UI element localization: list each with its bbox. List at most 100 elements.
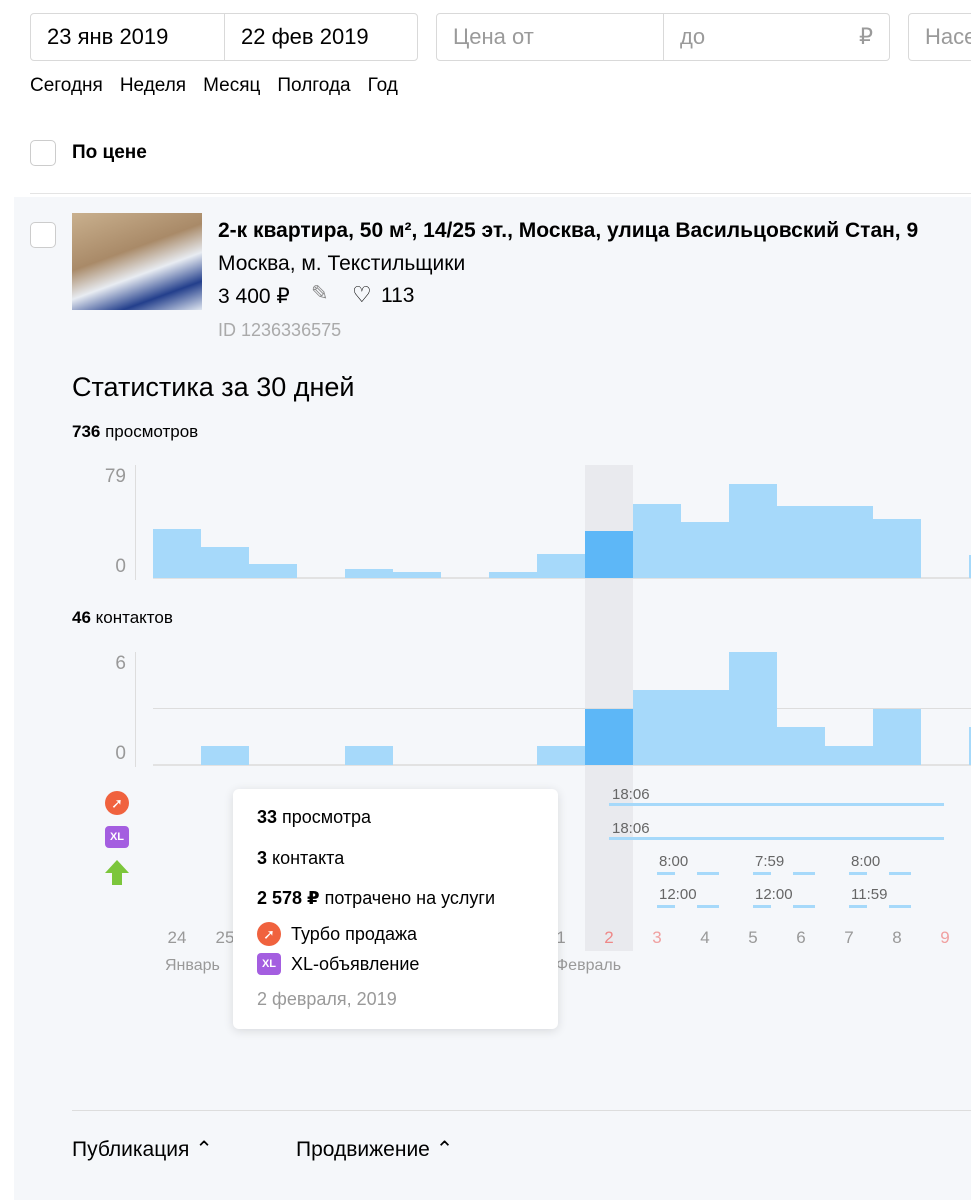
promotion-label: Продвижение (296, 1138, 430, 1161)
select-all-checkbox[interactable] (30, 140, 56, 166)
lift-dash (657, 872, 675, 875)
heart-icon: ♡ (352, 282, 372, 307)
contacts-bar-28[interactable] (345, 746, 393, 765)
period-today[interactable]: Сегодня (30, 75, 103, 97)
sort-by-price[interactable]: По цене (72, 142, 147, 164)
contacts-bar-3[interactable] (633, 689, 681, 765)
day-label: 24 (167, 928, 187, 947)
month-february: Февраль (556, 957, 622, 974)
lift-dash (793, 905, 815, 908)
contacts-bar-4[interactable] (681, 689, 729, 765)
tooltip-service-turbo: ➚ Турбо продажа (257, 922, 417, 946)
listing-location: Москва, м. Текстильщики (218, 252, 466, 275)
views-ytick-min: 0 (115, 556, 126, 577)
turbo-time: 18:06 (612, 786, 650, 803)
views-bar-2[interactable] (585, 530, 633, 578)
city-placeholder: Насе (925, 24, 971, 49)
views-bar-25[interactable] (201, 546, 249, 578)
views-bar-1[interactable] (537, 553, 585, 578)
lift-time: 8:00 (659, 853, 689, 870)
listing-checkbox[interactable] (30, 222, 56, 248)
chevron-up-icon: ⌃ (435, 1138, 454, 1161)
promotion-toggle[interactable]: Продвижение ⌃ (296, 1137, 453, 1162)
day-label: 7 (844, 928, 854, 947)
price-to-input[interactable]: до ₽ (663, 14, 889, 60)
city-input[interactable]: Насе (908, 13, 971, 61)
listing-title[interactable]: 2-к квартира, 50 м², 14/25 эт., Москва, … (218, 219, 918, 243)
lift-time: 12:00 (755, 886, 793, 903)
date-from-input[interactable]: 23 янв 2019 (31, 14, 224, 60)
day-label: 6 (796, 928, 806, 947)
views-bar-29[interactable] (393, 572, 441, 578)
contacts-y-axis (135, 652, 136, 767)
listing-thumbnail[interactable] (72, 213, 202, 310)
views-bar-5[interactable] (729, 483, 777, 578)
views-bar-7[interactable] (825, 506, 873, 578)
lift-dash (657, 905, 675, 908)
lift-time: 7:59 (755, 853, 785, 870)
xl-icon: XL (105, 826, 129, 848)
lift-dash (697, 905, 719, 908)
views-bar-31[interactable] (489, 572, 537, 578)
period-month[interactable]: Месяц (203, 75, 260, 97)
period-year[interactable]: Год (368, 75, 398, 97)
contacts-bar-8[interactable] (873, 708, 921, 765)
contacts-bar-25[interactable] (201, 746, 249, 765)
contacts-label: контактов (90, 608, 173, 627)
lift-dash (753, 905, 771, 908)
turbo-period-line (609, 803, 944, 806)
contacts-bar-6[interactable] (777, 727, 825, 765)
price-from-input[interactable]: Цена от (437, 14, 663, 60)
tooltip-spent: 2 578 ₽ потрачено на услуги (257, 888, 495, 909)
day-label: 3 (652, 928, 662, 947)
tooltip-contacts-text: контакта (267, 848, 345, 868)
xl-time: 18:06 (612, 820, 650, 837)
views-ytick-max: 79 (104, 466, 126, 487)
lift-dash (697, 872, 719, 875)
contacts-bar-7[interactable] (825, 746, 873, 765)
xl-icon: XL (257, 953, 281, 975)
lift-time: 11:59 (851, 886, 888, 903)
price-range: Цена от до ₽ (436, 13, 890, 61)
views-total: 736 просмотров (72, 422, 198, 442)
contacts-ytick-min: 0 (115, 743, 126, 764)
contacts-count: 46 (72, 608, 91, 627)
publication-toggle[interactable]: Публикация ⌃ (72, 1137, 213, 1162)
contacts-bar-5[interactable] (729, 652, 777, 765)
tooltip-date: 2 февраля, 2019 (257, 989, 397, 1009)
contacts-gridline (153, 708, 971, 709)
listing-id: ID 1236336575 (218, 320, 342, 340)
views-bar-24[interactable] (153, 529, 201, 578)
views-bar-4[interactable] (681, 522, 729, 578)
day-label: 8 (892, 928, 902, 947)
lift-dash (849, 905, 867, 908)
xl-period-line (609, 837, 944, 840)
lift-dash (849, 872, 867, 875)
views-bar-3[interactable] (633, 503, 681, 578)
views-bar-26[interactable] (249, 563, 297, 578)
views-bar-6[interactable] (777, 506, 825, 578)
lift-up-arrow-stem (112, 872, 122, 885)
date-to-input[interactable]: 22 фев 2019 (224, 14, 417, 60)
currency-label: ₽ (859, 24, 873, 49)
edit-price-icon[interactable]: ✎ (311, 281, 329, 306)
publication-label: Публикация (72, 1138, 190, 1161)
day-label: 2 (604, 928, 614, 947)
price-to-placeholder: до (680, 24, 706, 49)
divider (30, 193, 971, 194)
views-count: 736 (72, 422, 101, 441)
tooltip-spent-text: потрачено на услуги (319, 888, 496, 908)
period-week[interactable]: Неделя (120, 75, 186, 97)
lift-time: 12:00 (659, 886, 697, 903)
tooltip-contacts-num: 3 (257, 848, 268, 868)
views-y-axis (135, 465, 136, 580)
views-bar-8[interactable] (873, 519, 921, 578)
chevron-up-icon: ⌃ (195, 1138, 213, 1161)
contacts-bar-1[interactable] (537, 746, 585, 765)
rocket-icon: ➚ (257, 922, 281, 946)
tooltip-service-xl: XL XL-объявление (257, 953, 419, 975)
views-bar-28[interactable] (345, 569, 393, 578)
tooltip-views-num: 33 (257, 807, 278, 827)
contacts-bar-2[interactable] (585, 708, 633, 765)
period-halfyear[interactable]: Полгода (277, 75, 350, 97)
